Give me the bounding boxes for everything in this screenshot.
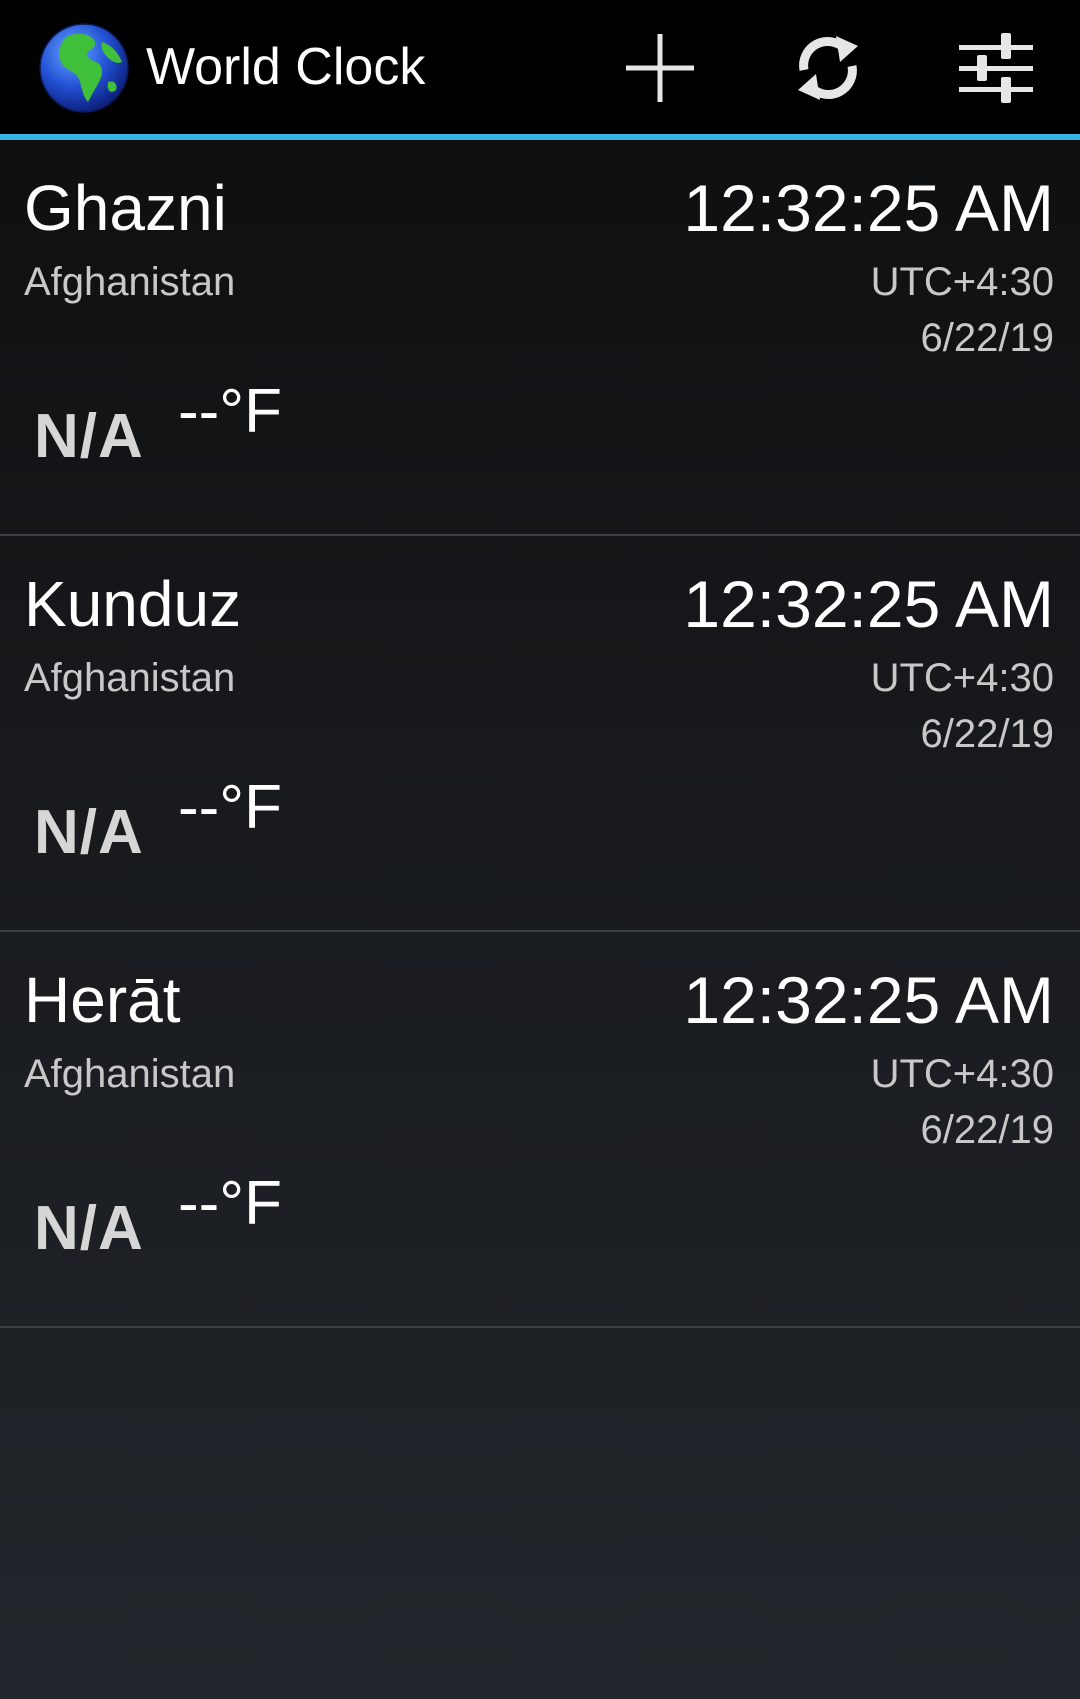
weather-unavailable-icon: N/A	[34, 1194, 144, 1263]
globe-icon[interactable]	[38, 22, 130, 114]
local-date: 6/22/19	[920, 1108, 1054, 1152]
plus-icon	[626, 34, 694, 102]
country-name: Afghanistan	[24, 260, 236, 304]
action-bar: World Clock	[0, 0, 1080, 140]
weather-unavailable-icon: N/A	[34, 402, 144, 471]
local-time: 12:32:25 AM	[683, 567, 1054, 641]
sliders-icon	[959, 33, 1033, 103]
utc-offset: UTC+4:30	[870, 260, 1054, 304]
city-name: Herāt	[24, 964, 181, 1036]
settings-button[interactable]	[946, 20, 1046, 116]
local-time: 12:32:25 AM	[683, 171, 1054, 245]
add-button[interactable]	[610, 20, 710, 116]
local-date: 6/22/19	[920, 712, 1054, 756]
temperature: --°F	[178, 1169, 282, 1238]
local-date: 6/22/19	[920, 316, 1054, 360]
local-time: 12:32:25 AM	[683, 963, 1054, 1037]
clock-row-herat[interactable]: Herāt Afghanistan 12:32:25 AM UTC+4:30 6…	[0, 932, 1080, 1328]
utc-offset: UTC+4:30	[870, 656, 1054, 700]
country-name: Afghanistan	[24, 1052, 236, 1096]
refresh-icon	[798, 36, 858, 100]
app-title: World Clock	[146, 38, 426, 96]
clock-list: Ghazni Afghanistan 12:32:25 AM UTC+4:30 …	[0, 140, 1080, 1328]
country-name: Afghanistan	[24, 656, 236, 700]
weather-unavailable-icon: N/A	[34, 798, 144, 867]
utc-offset: UTC+4:30	[870, 1052, 1054, 1096]
temperature: --°F	[178, 377, 282, 446]
clock-row-kunduz[interactable]: Kunduz Afghanistan 12:32:25 AM UTC+4:30 …	[0, 536, 1080, 932]
refresh-button[interactable]	[778, 20, 878, 116]
city-name: Ghazni	[24, 172, 227, 244]
city-name: Kunduz	[24, 568, 242, 640]
clock-row-ghazni[interactable]: Ghazni Afghanistan 12:32:25 AM UTC+4:30 …	[0, 140, 1080, 536]
temperature: --°F	[178, 773, 282, 842]
